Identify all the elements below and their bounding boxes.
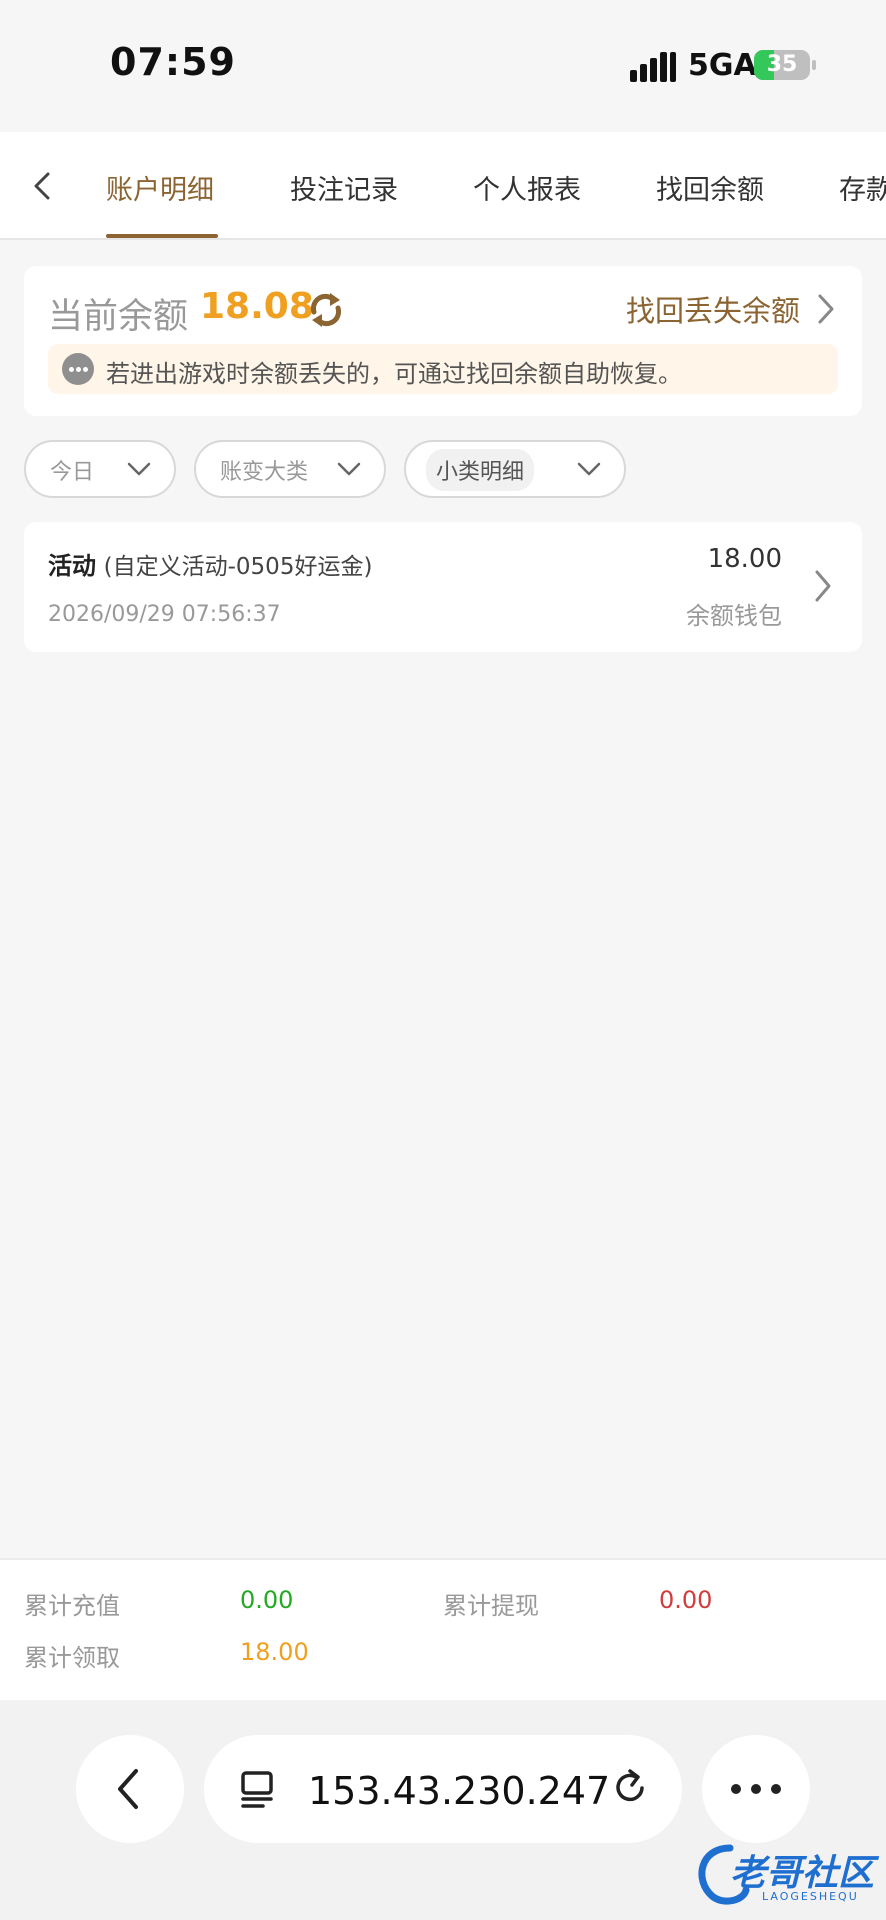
watermark-subtext: LAOGESHEQU (762, 1890, 859, 1903)
reload-icon[interactable] (610, 1767, 652, 1809)
browser-toolbar: 153.43.230.247 老哥社区 LAOGESHEQU (0, 1700, 886, 1920)
claim-total-label: 累计领取 (24, 1644, 120, 1672)
battery-percent: 35 (766, 52, 798, 77)
filter-category[interactable]: 账变大类 (194, 440, 386, 498)
tab-bet-records[interactable]: 投注记录 (290, 168, 398, 207)
tab-recover-balance[interactable]: 找回余额 (656, 168, 764, 207)
tip-bar: 若进出游戏时余额丢失的，可通过找回余额自助恢复。 (48, 344, 838, 394)
filter-date[interactable]: 今日 (24, 440, 176, 498)
filter-category-label: 账变大类 (220, 460, 309, 485)
refresh-balance-icon[interactable] (306, 290, 346, 330)
tip-text: 若进出游戏时余额丢失的，可通过找回余额自助恢复。 (106, 360, 682, 388)
withdraw-total-label: 累计提现 (443, 1592, 539, 1620)
claim-total-value: 18.00 (240, 1638, 309, 1666)
chevron-down-icon (577, 462, 601, 476)
chat-bubble-icon (62, 353, 94, 385)
recharge-total-label: 累计充值 (24, 1592, 120, 1620)
balance-value: 18.08 (200, 286, 314, 327)
filter-subcategory-label: 小类明细 (426, 449, 535, 491)
browser-back-button[interactable] (76, 1735, 184, 1843)
record-time: 2026/09/29 07:56:37 (48, 602, 281, 627)
record-detail: (自定义活动-0505好运金) (103, 554, 373, 580)
more-dots-icon (731, 1784, 781, 1794)
record-amount: 18.00 (707, 544, 782, 574)
network-label: 5GA (688, 48, 757, 83)
record-type: 活动 (48, 552, 96, 580)
list-item[interactable]: 活动 (自定义活动-0505好运金) 2026/09/29 07:56:37 1… (24, 522, 862, 652)
chevron-right-icon[interactable] (814, 292, 838, 326)
balance-card: 当前余额 18.08 找回丢失余额 若进出游戏时余额丢失的，可通过找回余额自助恢… (24, 266, 862, 416)
chevron-down-icon (337, 462, 361, 476)
recover-lost-balance-link[interactable]: 找回丢失余额 (626, 288, 800, 330)
status-bar: 07:59 5GA 35 (0, 0, 886, 132)
chevron-right-icon (815, 570, 831, 602)
summary-panel: 累计充值 0.00 累计提现 0.00 累计领取 18.00 (0, 1558, 886, 1700)
status-time: 07:59 (110, 40, 236, 84)
signal-icon (630, 50, 676, 82)
more-options-button[interactable] (702, 1735, 810, 1843)
withdraw-total-value: 0.00 (659, 1586, 713, 1614)
tab-header: 账户明细 投注记录 个人报表 找回余额 存款 (0, 132, 886, 240)
address-bar[interactable]: 153.43.230.247 (204, 1735, 682, 1843)
filter-subcategory[interactable]: 小类明细 (404, 440, 626, 498)
back-icon (118, 1769, 138, 1809)
filter-date-label: 今日 (50, 460, 95, 485)
watermark-logo: 老哥社区 LAOGESHEQU (690, 1840, 880, 1910)
tab-account-detail[interactable]: 账户明细 (106, 168, 214, 207)
url-text: 153.43.230.247 (308, 1769, 611, 1813)
watermark-text: 老哥社区 (730, 1853, 875, 1894)
tab-deposit[interactable]: 存款 (839, 168, 886, 207)
balance-label: 当前余额 (48, 297, 189, 337)
back-icon[interactable] (24, 166, 64, 206)
tab-personal-report[interactable]: 个人报表 (473, 168, 581, 207)
page-menu-icon[interactable] (238, 1769, 278, 1809)
chevron-down-icon (127, 462, 151, 476)
battery-icon: 35 (754, 50, 816, 80)
record-title: 活动 (自定义活动-0505好运金) (48, 546, 372, 581)
record-wallet: 余额钱包 (686, 602, 782, 630)
recharge-total-value: 0.00 (240, 1586, 294, 1614)
active-tab-indicator (106, 234, 218, 238)
